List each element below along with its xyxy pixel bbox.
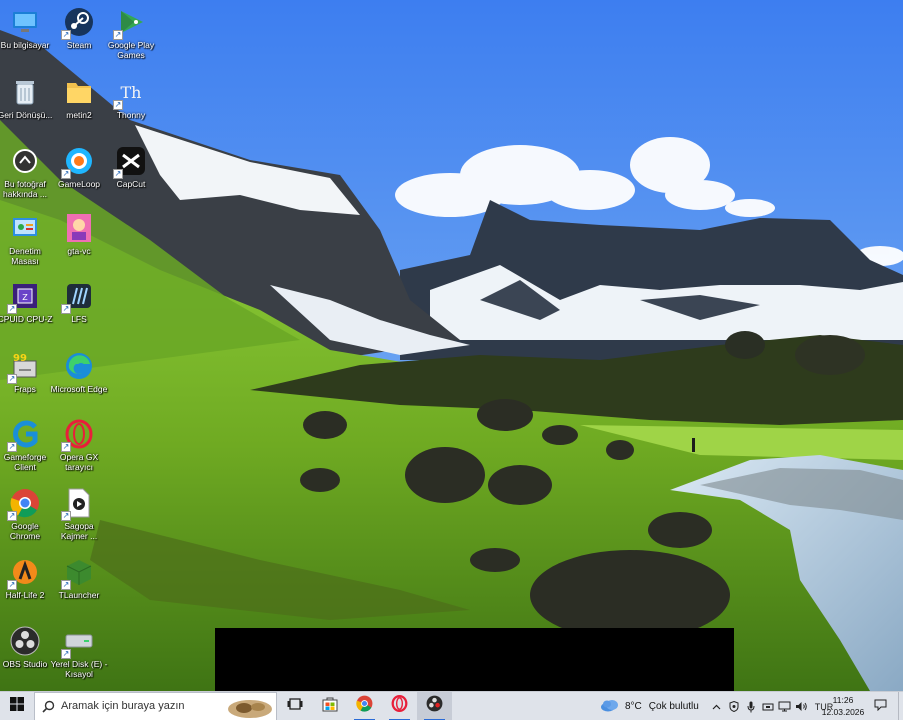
desktop-icon-local-disk-e[interactable]: ↗ Yerel Disk (E) - Kısayol	[51, 625, 107, 679]
desktop-icon-tlauncher[interactable]: ↗ TLauncher	[52, 556, 106, 600]
notification-icon	[874, 698, 887, 716]
desktop-icon-lfs[interactable]: ↗ LFS	[52, 280, 106, 324]
opera-gx-icon: ↗	[61, 418, 95, 452]
desktop-icon-about-photo[interactable]: Bu fotoğraf hakkında ...	[0, 145, 52, 199]
lfs-icon: ↗	[61, 280, 95, 314]
chevron-up-icon[interactable]	[708, 692, 725, 720]
usb-device-icon[interactable]	[759, 692, 776, 720]
weather-description: Çok bulutlu	[648, 701, 699, 712]
thonny-icon: Th ↗	[113, 83, 142, 110]
desktop-icon-gameloop[interactable]: ↗ GameLoop	[52, 145, 106, 189]
steam-icon: ↗	[61, 6, 95, 40]
windows-logo-icon	[10, 696, 24, 716]
taskbar-chrome[interactable]	[347, 692, 382, 720]
desktop-icon-thonny[interactable]: Th ↗ Thonny	[104, 76, 158, 120]
desktop-icon-capcut[interactable]: ↗ CapCut	[104, 145, 158, 189]
search-icon	[35, 700, 61, 713]
search-highlight-art-icon	[226, 695, 274, 719]
start-button[interactable]	[0, 692, 34, 720]
defender-icon[interactable]	[725, 692, 742, 720]
taskbar-opera[interactable]	[382, 692, 417, 720]
notification-center-button[interactable]	[870, 692, 890, 720]
control-panel-icon	[9, 212, 41, 244]
network-icon[interactable]	[776, 692, 793, 720]
folder-icon	[63, 76, 95, 108]
gameloop-icon: ↗	[61, 145, 95, 179]
google-play-games-icon: ↗	[113, 6, 147, 40]
video-file-icon: ↗	[61, 487, 95, 521]
cpu-z-icon: Z ↗	[7, 280, 41, 314]
chrome-icon	[356, 695, 373, 717]
capcut-icon: ↗	[113, 145, 147, 179]
desktop-icon-gameforge[interactable]: ↗ Gameforge Client	[0, 418, 52, 472]
fraps-icon: 99 ↗	[7, 350, 41, 384]
desktop-icon-sagopa[interactable]: ↗ Sagopa Kajmer ...	[52, 487, 106, 541]
obs-icon	[9, 625, 41, 657]
gta-vc-icon	[63, 212, 95, 244]
cloudy-weather-icon	[600, 698, 620, 715]
taskbar-weather[interactable]: 8°C Çok bulutlu	[600, 692, 699, 720]
desktop-icon-fraps[interactable]: 99 ↗ Fraps	[0, 350, 52, 394]
microphone-icon[interactable]	[742, 692, 759, 720]
clock-date: 12.03.2026	[821, 707, 865, 717]
half-life-icon: ↗	[7, 556, 41, 590]
desktop-icon-half-life[interactable]: ↗ Half-Life 2	[0, 556, 52, 600]
taskbar: Aramak için buraya yazın 8°C Çok bulutlu…	[0, 691, 903, 720]
desktop-icon-gta-vc[interactable]: gta-vc	[52, 212, 106, 256]
obs-icon	[426, 695, 443, 717]
show-desktop-button[interactable]	[898, 692, 903, 720]
tlauncher-icon: ↗	[61, 556, 95, 590]
volume-icon[interactable]	[793, 692, 810, 720]
gameforge-icon: ↗	[7, 418, 41, 452]
edge-icon	[63, 350, 95, 382]
desktop-icon-chrome[interactable]: ↗ Google Chrome	[0, 487, 52, 541]
taskbar-search-box[interactable]: Aramak için buraya yazın	[34, 691, 277, 720]
chrome-icon: ↗	[7, 487, 41, 521]
opera-icon	[391, 695, 408, 717]
store-icon	[322, 696, 338, 717]
computer-icon	[9, 6, 41, 38]
search-placeholder: Aramak için buraya yazın	[61, 700, 185, 712]
desktop-icon-metin2[interactable]: metin2	[52, 76, 106, 120]
desktop-icon-google-play-games[interactable]: ↗ Google Play Games	[104, 6, 158, 60]
svg-text:99: 99	[13, 353, 27, 364]
taskbar-obs[interactable]	[417, 691, 452, 720]
desktop-icon-edge[interactable]: Microsoft Edge	[51, 350, 107, 394]
weather-temperature: 8°C	[625, 701, 642, 712]
svg-text:Th: Th	[121, 83, 142, 102]
redacted-area	[215, 628, 734, 691]
about-photo-icon	[9, 145, 41, 177]
desktop-icon-steam[interactable]: ↗ Steam	[52, 6, 106, 50]
taskbar-task-view[interactable]	[277, 692, 312, 720]
recycle-bin-icon	[9, 76, 41, 108]
desktop-icon-control-panel[interactable]: Denetim Masası	[0, 212, 52, 266]
desktop-icon-recycle-bin[interactable]: Geri Dönüşü...	[0, 76, 52, 120]
taskbar-store[interactable]	[312, 692, 347, 720]
desktop-icon-cpu-z[interactable]: Z ↗ CPUID CPU-Z	[0, 280, 52, 324]
desktop-icon-opera-gx[interactable]: ↗ Opera GX tarayıcı	[52, 418, 106, 472]
disk-drive-icon: ↗	[61, 625, 95, 659]
svg-text:Z: Z	[22, 293, 28, 302]
taskbar-clock[interactable]: 11:26 12.03.2026	[818, 694, 868, 718]
desktop-icon-obs[interactable]: OBS Studio	[0, 625, 52, 669]
desktop-icon-this-pc[interactable]: Bu bilgisayar	[0, 6, 52, 50]
task-view-icon	[287, 697, 303, 716]
clock-time: 11:26	[832, 695, 854, 705]
